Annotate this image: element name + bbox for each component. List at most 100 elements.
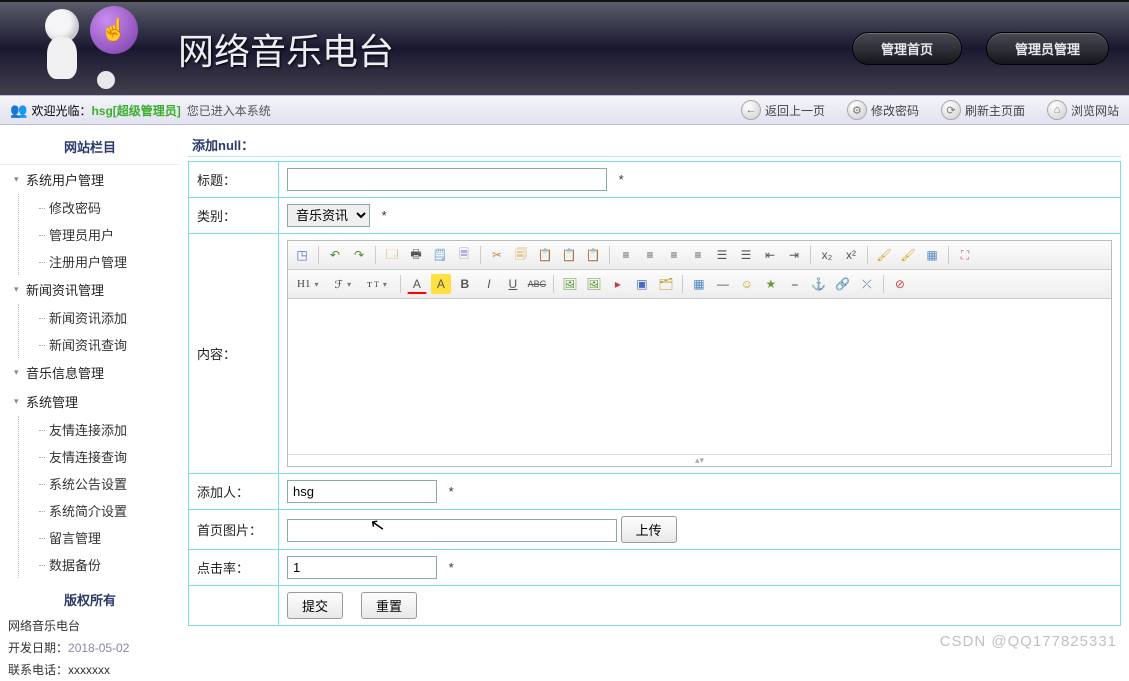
templates-icon[interactable]: 🗏 — [454, 245, 474, 265]
back-label: 返回上一页 — [765, 102, 825, 119]
clicks-input[interactable] — [287, 556, 437, 579]
upload-button[interactable]: 上传 — [621, 516, 677, 543]
underline-icon[interactable]: U — [503, 274, 523, 294]
sidebar-item-3-3[interactable]: 系统简介设置 — [19, 497, 180, 524]
copy-icon[interactable]: 🗐 — [511, 245, 531, 265]
sidebar-item-3-5[interactable]: 数据备份 — [19, 551, 180, 578]
bold-icon[interactable]: B — [455, 274, 475, 294]
required-mark: * — [382, 208, 387, 223]
cover-input[interactable] — [287, 519, 617, 542]
table-icon[interactable]: ▦ — [689, 274, 709, 294]
browse-site-button[interactable]: ⌂ 浏览网站 — [1047, 100, 1119, 120]
file-icon[interactable]: 🗂 — [656, 274, 676, 294]
cut-icon[interactable]: ✂ — [487, 245, 507, 265]
contact-label: 联系电话： — [8, 663, 68, 677]
paste-text-icon[interactable]: 📋 — [559, 245, 579, 265]
heading-select[interactable]: H1 — [292, 274, 325, 294]
title-input[interactable] — [287, 168, 607, 191]
back-button[interactable]: ← 返回上一页 — [741, 100, 825, 120]
admin-home-button[interactable]: 管理首页 — [852, 32, 962, 65]
paste-icon[interactable]: 📋 — [535, 245, 555, 265]
align-left-icon[interactable]: ≡ — [616, 245, 636, 265]
editor-resize-handle[interactable]: ▴▾ — [288, 454, 1111, 466]
label-empty — [189, 586, 279, 626]
highlight-icon[interactable]: A — [431, 274, 451, 294]
app-header: ☝ 网络音乐电台 管理首页 管理员管理 — [0, 0, 1129, 95]
sidebar-item-3-1[interactable]: 友情连接查询 — [19, 443, 180, 470]
align-justify-icon[interactable]: ≡ — [688, 245, 708, 265]
layout: 网站栏目 系统用户管理修改密码管理员用户注册用户管理新闻资讯管理新闻资讯添加新闻… — [0, 125, 1129, 681]
sidebar-item-0-1[interactable]: 管理员用户 — [19, 221, 180, 248]
template-icon[interactable]: 🗒 — [430, 245, 450, 265]
source-icon[interactable]: ◳ — [292, 245, 312, 265]
admin-manage-button[interactable]: 管理员管理 — [986, 32, 1109, 65]
browse-label: 浏览网站 — [1071, 102, 1119, 119]
editor-body[interactable] — [288, 299, 1111, 454]
rich-editor: ◳ ↶ ↷ 🗔 🖶 🗒 🗏 ✂ 🗐 📋 — [287, 240, 1112, 467]
gear-icon: ⚙ — [847, 100, 867, 120]
sidebar-item-3-2[interactable]: 系统公告设置 — [19, 470, 180, 497]
strike-icon[interactable]: ABC — [527, 274, 547, 294]
label-adder: 添加人： — [189, 474, 279, 510]
refresh-icon: ⟳ — [941, 100, 961, 120]
paste-word-icon[interactable]: 📋 — [583, 245, 603, 265]
image-icon[interactable]: 🖼 — [560, 274, 580, 294]
hr-icon[interactable]: — — [713, 274, 733, 294]
sidebar-group-0[interactable]: 系统用户管理 — [0, 165, 180, 194]
format-painter-icon[interactable]: 🖌 — [898, 245, 918, 265]
unlink-icon[interactable]: ⤫ — [857, 274, 877, 294]
users-icon: 👥 — [10, 102, 27, 119]
sidebar-item-0-2[interactable]: 注册用户管理 — [19, 248, 180, 275]
list-ul-icon[interactable]: ☰ — [736, 245, 756, 265]
italic-icon[interactable]: I — [479, 274, 499, 294]
label-clicks: 点击率： — [189, 550, 279, 586]
outdent-icon[interactable]: ⇤ — [760, 245, 780, 265]
reset-button[interactable]: 重置 — [361, 592, 417, 619]
sidebar-group-1[interactable]: 新闻资讯管理 — [0, 275, 180, 304]
password-label: 修改密码 — [871, 102, 919, 119]
redo-icon[interactable]: ↷ — [349, 245, 369, 265]
change-password-button[interactable]: ⚙ 修改密码 — [847, 100, 919, 120]
emoji-icon[interactable]: ☺ — [737, 274, 757, 294]
clear-format-icon[interactable]: 🖌 — [874, 245, 894, 265]
font-family-select[interactable]: ℱ — [329, 274, 358, 294]
subscript-icon[interactable]: x₂ — [817, 245, 837, 265]
sidebar-group-3[interactable]: 系统管理 — [0, 387, 180, 416]
list-ol-icon[interactable]: ☰ — [712, 245, 732, 265]
globe-icon: ⌂ — [1047, 100, 1067, 120]
anchor-icon[interactable]: ⚓ — [809, 274, 829, 294]
sidebar: 网站栏目 系统用户管理修改密码管理员用户注册用户管理新闻资讯管理新闻资讯添加新闻… — [0, 125, 180, 681]
sidebar-item-3-4[interactable]: 留言管理 — [19, 524, 180, 551]
pagebreak-icon[interactable]: ⎯ — [785, 274, 805, 294]
sidebar-item-1-0[interactable]: 新闻资讯添加 — [19, 304, 180, 331]
print-icon[interactable]: 🖶 — [406, 245, 426, 265]
indent-icon[interactable]: ⇥ — [784, 245, 804, 265]
media-icon[interactable]: ▣ — [632, 274, 652, 294]
sidebar-item-1-1[interactable]: 新闻资讯查询 — [19, 331, 180, 358]
submit-button[interactable]: 提交 — [287, 592, 343, 619]
required-mark: * — [449, 560, 454, 575]
panel-title: 添加null： — [188, 133, 1121, 157]
flash-icon[interactable]: ▸ — [608, 274, 628, 294]
preview-icon[interactable]: 🗔 — [382, 245, 402, 265]
font-size-select[interactable]: тT — [362, 274, 394, 294]
sidebar-item-0-0[interactable]: 修改密码 — [19, 194, 180, 221]
refresh-button[interactable]: ⟳ 刷新主页面 — [941, 100, 1025, 120]
special-char-icon[interactable]: ★ — [761, 274, 781, 294]
about-icon[interactable]: ⊘ — [890, 274, 910, 294]
undo-icon[interactable]: ↶ — [325, 245, 345, 265]
multi-image-icon[interactable]: 🖼 — [584, 274, 604, 294]
superscript-icon[interactable]: x² — [841, 245, 861, 265]
select-all-icon[interactable]: ▦ — [922, 245, 942, 265]
fullscreen-icon[interactable]: ⛶ — [955, 245, 975, 265]
category-select[interactable]: 音乐资讯 — [287, 204, 370, 227]
main-content: 添加null： 标题： * 类别： 音乐资讯 * 内容： — [180, 125, 1129, 681]
adder-input[interactable] — [287, 480, 437, 503]
sidebar-item-3-0[interactable]: 友情连接添加 — [19, 416, 180, 443]
align-right-icon[interactable]: ≡ — [664, 245, 684, 265]
text-color-icon[interactable]: A — [407, 274, 427, 294]
align-center-icon[interactable]: ≡ — [640, 245, 660, 265]
link-icon[interactable]: 🔗 — [833, 274, 853, 294]
contact-value: xxxxxxx — [68, 663, 110, 677]
sidebar-group-2[interactable]: 音乐信息管理 — [0, 358, 180, 387]
